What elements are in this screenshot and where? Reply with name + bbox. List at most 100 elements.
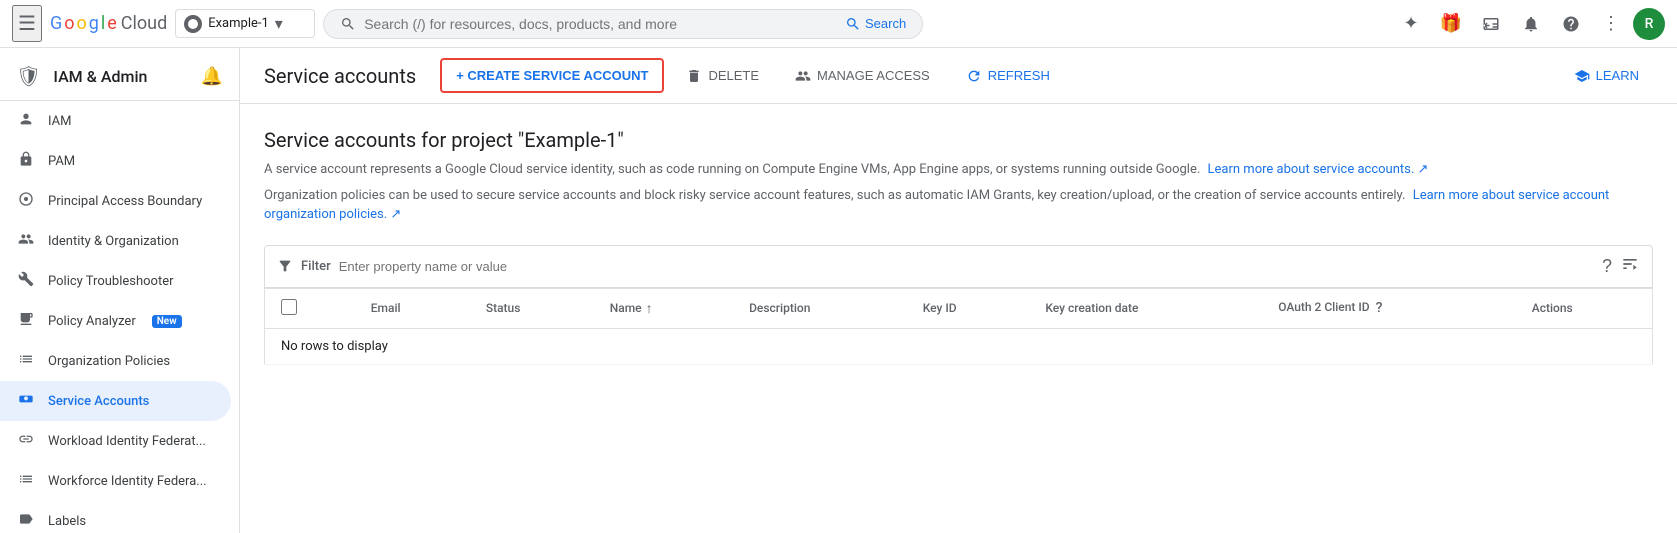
col-name-label: Name (610, 301, 642, 315)
sidebar-item-pam[interactable]: PAM (0, 141, 231, 181)
col-key-id: Key ID (907, 288, 1030, 328)
sidebar-item-workforce-identity[interactable]: Workforce Identity Federa... (0, 461, 231, 501)
sidebar-item-service-accounts-label: Service Accounts (48, 394, 149, 409)
analyzer-icon (16, 311, 36, 331)
col-status-label: Status (486, 301, 521, 315)
filter-columns-button[interactable] (1620, 254, 1640, 279)
sidebar-item-workload-identity[interactable]: Workload Identity Federat... (0, 421, 231, 461)
topbar-right: ✦ 🎁 ⋮ R (1393, 6, 1665, 42)
sidebar-item-iam[interactable]: IAM (0, 101, 231, 141)
create-service-account-button[interactable]: + CREATE SERVICE ACCOUNT (440, 58, 664, 93)
page-title: Service accounts (264, 64, 416, 88)
help-button[interactable] (1553, 6, 1589, 42)
sidebar-item-identity-organization[interactable]: Identity & Organization (0, 221, 231, 261)
col-key-id-label: Key ID (923, 301, 957, 315)
search-input[interactable] (364, 16, 837, 32)
content-area: Service accounts for project "Example-1"… (240, 104, 1677, 389)
sidebar-item-service-accounts[interactable]: Service Accounts (0, 381, 231, 421)
project-selector[interactable]: Example-1 ▾ (175, 9, 315, 38)
filter-input[interactable] (339, 259, 1594, 274)
sidebar-item-labels[interactable]: Labels (0, 501, 231, 533)
workload-icon (16, 431, 36, 451)
shield-icon: 🛡 (16, 64, 41, 88)
manage-access-btn-label: MANAGE ACCESS (817, 68, 930, 83)
select-all-checkbox[interactable] (281, 299, 297, 315)
sidebar-item-principal-access-boundary[interactable]: Principal Access Boundary (0, 181, 231, 221)
layout: 🛡 IAM & Admin 🔔 IAM PAM Principal Access… (0, 48, 1677, 533)
search-icon (340, 16, 356, 32)
search-btn-label: Search (865, 16, 906, 31)
content-desc-2: Organization policies can be used to sec… (264, 186, 1653, 225)
sidebar-item-workforce-label: Workforce Identity Federa... (48, 474, 207, 489)
more-button[interactable]: ⋮ (1593, 6, 1629, 42)
logo-e: e (107, 13, 117, 34)
sidebar-title: IAM & Admin (53, 67, 147, 86)
troubleshooter-icon (16, 271, 36, 291)
sidebar-item-organization-policies[interactable]: Organization Policies (0, 341, 231, 381)
gemini-button[interactable]: ✦ (1393, 6, 1429, 42)
hamburger-button[interactable]: ☰ (12, 5, 42, 42)
project-icon (184, 15, 202, 33)
manage-access-icon (795, 68, 811, 84)
logo-l: l (101, 13, 105, 34)
refresh-icon (966, 68, 982, 84)
lock-icon (16, 151, 36, 171)
sidebar-item-labels-label: Labels (48, 514, 86, 529)
identity-icon (16, 231, 36, 251)
sidebar-item-identity-label: Identity & Organization (48, 234, 179, 249)
bell-button[interactable] (1513, 6, 1549, 42)
principal-icon (16, 191, 36, 211)
gift-button[interactable]: 🎁 (1433, 6, 1469, 42)
col-actions: Actions (1516, 288, 1653, 328)
terminal-button[interactable] (1473, 6, 1509, 42)
filter-actions: ? (1602, 254, 1640, 279)
oauth2-help-icon[interactable]: ? (1376, 300, 1383, 316)
no-data-row: No rows to display (265, 328, 1653, 364)
sidebar-item-policy-analyzer[interactable]: Policy Analyzer New (0, 301, 231, 341)
sidebar-item-iam-label: IAM (48, 114, 71, 129)
sidebar-item-analyzer-label: Policy Analyzer (48, 314, 136, 329)
sidebar: 🛡 IAM & Admin 🔔 IAM PAM Principal Access… (0, 48, 240, 533)
labels-icon (16, 511, 36, 531)
learn-icon (1574, 68, 1590, 84)
col-description-label: Description (749, 301, 810, 315)
refresh-button[interactable]: REFRESH (952, 60, 1064, 92)
desc1-text: A service account represents a Google Cl… (264, 162, 1200, 177)
filter-help-button[interactable]: ? (1602, 256, 1612, 277)
delete-btn-label: DELETE (708, 68, 759, 83)
learn-more-service-accounts-link[interactable]: Learn more about service accounts. ↗ (1208, 162, 1429, 177)
new-badge: New (152, 315, 182, 328)
search-bar: Search (323, 9, 923, 39)
topbar: ☰ Google Cloud Example-1 ▾ Search ✦ 🎁 (0, 0, 1677, 48)
create-btn-label: + CREATE SERVICE ACCOUNT (456, 68, 648, 83)
logo-g: G (50, 13, 62, 34)
col-status: Status (470, 288, 594, 328)
col-email: Email (355, 288, 470, 328)
main-content: Service accounts + CREATE SERVICE ACCOUN… (240, 48, 1677, 533)
col-checkbox (265, 288, 355, 328)
desc2-text: Organization policies can be used to sec… (264, 188, 1405, 203)
sidebar-item-troubleshooter-label: Policy Troubleshooter (48, 274, 174, 289)
sidebar-item-pam-label: PAM (48, 154, 75, 169)
sidebar-item-policy-troubleshooter[interactable]: Policy Troubleshooter (0, 261, 231, 301)
topbar-left: ☰ Google Cloud Example-1 ▾ (12, 5, 315, 42)
learn-button[interactable]: LEARN (1560, 60, 1653, 92)
col-email-label: Email (371, 301, 401, 315)
delete-button[interactable]: DELETE (672, 60, 773, 92)
sidebar-item-workload-label: Workload Identity Federat... (48, 434, 206, 449)
filter-bar: Filter ? (264, 245, 1653, 288)
refresh-btn-label: REFRESH (988, 68, 1050, 83)
avatar[interactable]: R (1633, 8, 1665, 40)
content-desc-1: A service account represents a Google Cl… (264, 160, 1653, 180)
table-area: Filter ? (264, 245, 1653, 365)
col-oauth2-label: OAuth 2 Client ID (1278, 300, 1369, 314)
org-policies-icon (16, 351, 36, 371)
col-description: Description (733, 288, 907, 328)
logo-cloud: Cloud (121, 13, 167, 34)
manage-access-button[interactable]: MANAGE ACCESS (781, 60, 944, 92)
sidebar-bell-icon[interactable]: 🔔 (201, 66, 223, 87)
search-button[interactable]: Search (845, 16, 906, 32)
col-name[interactable]: Name ↑ (594, 288, 733, 328)
sort-icon: ↑ (646, 300, 653, 317)
toolbar: Service accounts + CREATE SERVICE ACCOUN… (240, 48, 1677, 104)
